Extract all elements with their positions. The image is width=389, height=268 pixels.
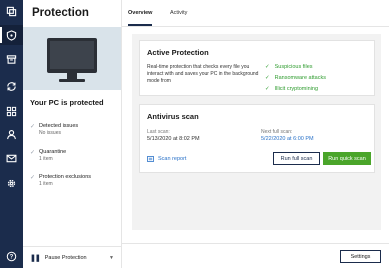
monitor-icon [47, 38, 97, 73]
antivirus-scan-title: Antivirus scan [147, 112, 199, 121]
active-protection-description: Real-time protection that checks every f… [147, 64, 259, 84]
grid-icon[interactable] [0, 101, 23, 121]
settings-icon[interactable] [0, 173, 23, 193]
check-icon: ✓ [30, 150, 36, 156]
pause-icon: ❚❚ [30, 254, 41, 262]
copy-icon[interactable] [0, 1, 23, 21]
archive-icon[interactable] [0, 49, 23, 69]
scan-report-label: Scan report [158, 156, 187, 162]
pause-protection-dropdown[interactable]: ❚❚ Pause Protection ▼ [23, 246, 121, 268]
page-title: Protection [32, 7, 89, 19]
active-protection-title: Active Protection [147, 48, 209, 57]
sidebar-item-label: Quarantine [39, 149, 67, 155]
sidebar-item-label: Protection exclusions [39, 174, 92, 180]
active-tab-indicator [128, 24, 152, 26]
sidebar: Protection Your PC is protected ✓ Detect… [23, 0, 122, 268]
check-icon: ✓ [30, 175, 36, 181]
protection-hero-image [23, 27, 121, 90]
mail-icon[interactable] [0, 148, 23, 168]
sidebar-item-quarantine[interactable]: ✓ Quarantine 1 item [30, 149, 66, 163]
check-icon: ✓ [30, 124, 36, 130]
feature-label: Illicit cryptomining [274, 86, 319, 92]
feature-item: ✓ Illicit cryptomining [265, 86, 318, 92]
next-scan-value[interactable]: 5/22/2020 at 6:00 PM [261, 136, 314, 142]
main-panel: Overview Activity Active Protection Real… [122, 0, 389, 268]
check-icon: ✓ [265, 64, 270, 70]
scan-report-link[interactable]: Scan report [147, 156, 186, 162]
last-scan-value: 5/13/2020 at 8:02 PM [147, 136, 200, 142]
tab-activity[interactable]: Activity [170, 10, 187, 16]
sidebar-item-sub: 1 item [39, 181, 53, 187]
tab-bar: Overview Activity [122, 0, 389, 27]
feature-label: Suspicious files [274, 64, 313, 70]
sidebar-item-sub: 1 item [39, 156, 53, 162]
last-scan-label: Last scan: [147, 129, 170, 135]
run-full-scan-button[interactable]: Run full scan [273, 152, 320, 165]
svg-text:?: ? [10, 254, 14, 260]
sidebar-item-protection-exclusions[interactable]: ✓ Protection exclusions 1 item [30, 174, 91, 188]
check-icon: ✓ [265, 75, 270, 81]
tab-overview[interactable]: Overview [128, 10, 152, 16]
account-icon[interactable] [0, 124, 23, 144]
next-scan-label: Next full scan: [261, 129, 293, 135]
active-protection-card: Active Protection Real-time protection t… [139, 40, 375, 96]
report-icon [147, 156, 154, 162]
protection-status: Your PC is protected [30, 98, 104, 107]
sidebar-item-sub: No issues [39, 130, 61, 136]
feature-item: ✓ Suspicious files [265, 64, 313, 70]
sync-icon[interactable] [0, 76, 23, 96]
help-icon[interactable]: ? [0, 246, 23, 266]
nav-rail: ? [0, 0, 23, 268]
feature-label: Ransomware attacks [274, 75, 326, 81]
content-area: Active Protection Real-time protection t… [132, 34, 381, 230]
antivirus-scan-card: Antivirus scan Last scan: 5/13/2020 at 8… [139, 104, 375, 173]
settings-button[interactable]: Settings [340, 250, 381, 263]
sidebar-item-label: Detected issues [39, 123, 79, 129]
check-icon: ✓ [265, 86, 270, 92]
pause-protection-label: Pause Protection [44, 254, 87, 261]
footer-bar: Settings [122, 243, 389, 268]
feature-item: ✓ Ransomware attacks [265, 75, 326, 81]
sidebar-item-detected-issues[interactable]: ✓ Detected issues No issues [30, 123, 78, 137]
chevron-down-icon: ▼ [109, 254, 114, 261]
shield-icon[interactable] [0, 25, 23, 45]
run-quick-scan-button[interactable]: Run quick scan [323, 152, 371, 165]
